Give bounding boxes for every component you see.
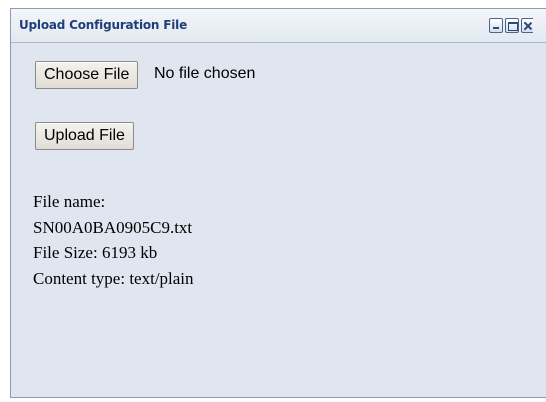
upload-config-window: Upload Configuration File Choose File No… — [10, 8, 546, 398]
minimize-icon[interactable] — [489, 18, 503, 33]
content-type-text: Content type: text/plain — [33, 268, 194, 288]
window-content: Choose File No file chosen Upload File F… — [11, 43, 546, 397]
upload-file-button[interactable]: Upload File — [35, 122, 134, 150]
file-name-label: File name: — [33, 192, 106, 211]
window-titlebar: Upload Configuration File — [11, 9, 546, 43]
file-size-text: File Size: 6193 kb — [33, 243, 158, 262]
file-info: File name: SN00A0BA0905C9.txt File Size:… — [33, 189, 194, 291]
window-title: Upload Configuration File — [19, 18, 188, 32]
choose-file-button[interactable]: Choose File — [35, 61, 139, 89]
file-status-text: No file chosen — [154, 65, 256, 82]
maximize-icon[interactable] — [505, 18, 519, 33]
file-name-value: SN00A0BA0905C9.txt — [33, 217, 193, 237]
close-icon[interactable] — [521, 18, 533, 33]
